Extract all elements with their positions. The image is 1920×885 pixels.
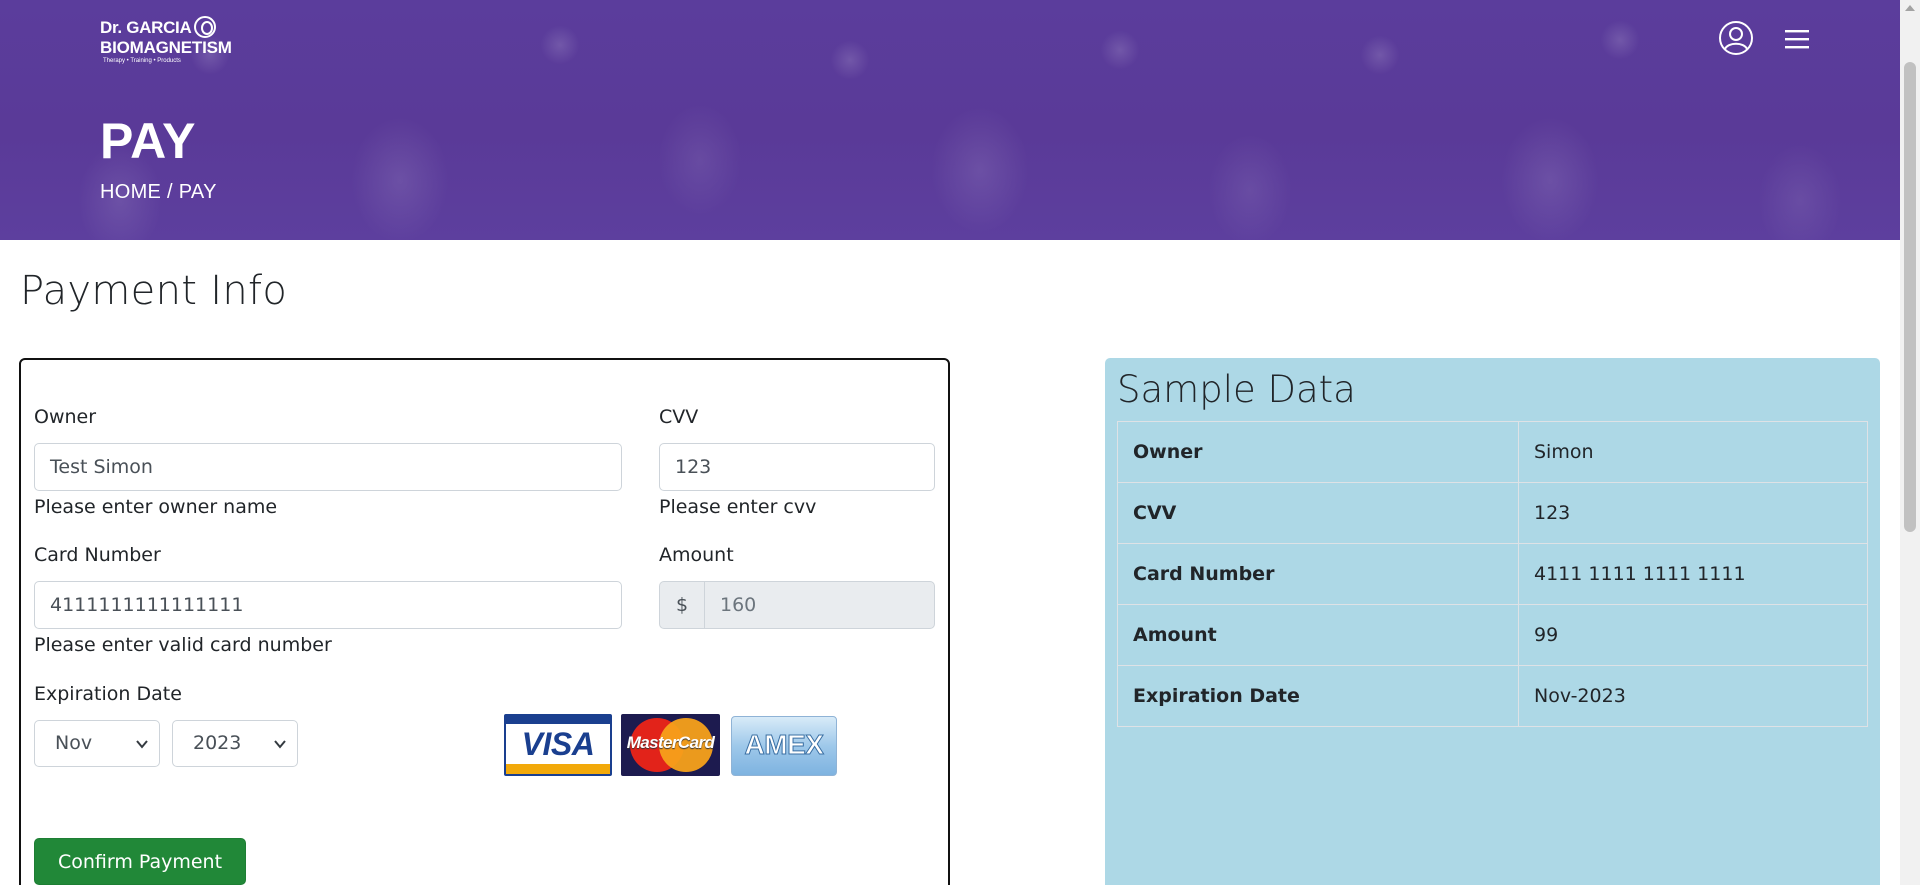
logo-line1: Dr. GARCIA	[100, 17, 192, 37]
card-number-input[interactable]: 4111111111111111	[34, 581, 622, 629]
breadcrumb: HOME / PAY	[100, 181, 217, 204]
page-title: PAY	[100, 113, 197, 169]
page-scrollbar[interactable]	[1900, 0, 1920, 885]
breadcrumb-home-link[interactable]: HOME	[100, 181, 161, 203]
chevron-down-icon	[136, 740, 148, 749]
expiration-month-value: Nov	[55, 732, 93, 754]
cvv-help-text: Please enter cvv	[659, 496, 817, 518]
expiration-year-value: 2023	[193, 732, 242, 754]
hero-banner: Dr. GARCIA BIOMAGNETISM Therapy • Traini…	[0, 0, 1900, 240]
table-row: Expiration Date Nov-2023	[1117, 665, 1868, 727]
sample-data-title: Sample Data	[1117, 368, 1356, 411]
sample-data-table: Owner Simon CVV 123 Card Number 4111 111…	[1117, 421, 1868, 727]
payment-form: Owner Test Simon Please enter owner name…	[19, 358, 950, 885]
table-key: Owner	[1117, 421, 1519, 483]
expiration-label: Expiration Date	[34, 683, 182, 705]
logo-tagline: Therapy • Training • Products	[103, 58, 181, 64]
amount-label: Amount	[659, 544, 734, 566]
table-value: 123	[1518, 482, 1868, 544]
scroll-up-arrow-icon[interactable]	[1905, 5, 1915, 11]
amount-input: 160	[704, 581, 935, 629]
owner-input[interactable]: Test Simon	[34, 443, 622, 491]
mastercard-logo: MasterCard	[621, 714, 720, 776]
breadcrumb-separator: /	[161, 181, 179, 203]
table-key: Card Number	[1117, 543, 1519, 605]
table-row: Owner Simon	[1117, 421, 1868, 483]
card-number-label: Card Number	[34, 544, 161, 566]
section-title: Payment Info	[20, 268, 288, 314]
site-logo[interactable]: Dr. GARCIA BIOMAGNETISM Therapy • Traini…	[100, 16, 232, 64]
expiration-year-select[interactable]: 2023	[172, 720, 298, 767]
owner-label: Owner	[34, 406, 97, 428]
visa-logo: VISA	[504, 714, 612, 776]
chevron-down-icon	[274, 740, 286, 749]
table-key: Amount	[1117, 604, 1519, 666]
breadcrumb-current: PAY	[178, 181, 217, 203]
table-value: 99	[1518, 604, 1868, 666]
table-key: CVV	[1117, 482, 1519, 544]
amex-logo: AMEX	[731, 716, 837, 776]
table-row: Amount 99	[1117, 604, 1868, 666]
amex-logo-text: AMEX	[744, 729, 824, 761]
mastercard-logo-text: MasterCard	[626, 733, 715, 752]
sample-data-card: Sample Data Owner Simon CVV 123 Card Num…	[1105, 358, 1880, 885]
owner-help-text: Please enter owner name	[34, 496, 278, 518]
cvv-label: CVV	[659, 406, 699, 428]
table-row: Card Number 4111 1111 1111 1111	[1117, 543, 1868, 605]
table-value: 4111 1111 1111 1111	[1518, 543, 1868, 605]
amount-input-group: $ 160	[659, 581, 935, 629]
card-number-help-text: Please enter valid card number	[34, 634, 332, 656]
table-key: Expiration Date	[1117, 665, 1519, 727]
table-row: CVV 123	[1117, 482, 1868, 544]
cvv-input[interactable]: 123	[659, 443, 935, 491]
amount-currency-prefix: $	[659, 581, 704, 629]
scrollbar-thumb[interactable]	[1904, 62, 1916, 532]
visa-logo-text: VISA	[521, 726, 595, 762]
logo-line2: BIOMAGNETISM	[100, 38, 232, 57]
expiration-month-select[interactable]: Nov	[34, 720, 160, 767]
table-value: Nov-2023	[1518, 665, 1868, 727]
logo-swirl-icon	[194, 16, 217, 38]
confirm-payment-button[interactable]: Confirm Payment	[34, 838, 246, 885]
hamburger-menu-icon[interactable]	[1784, 27, 1810, 51]
user-circle-icon[interactable]	[1718, 20, 1754, 56]
table-value: Simon	[1518, 421, 1868, 483]
